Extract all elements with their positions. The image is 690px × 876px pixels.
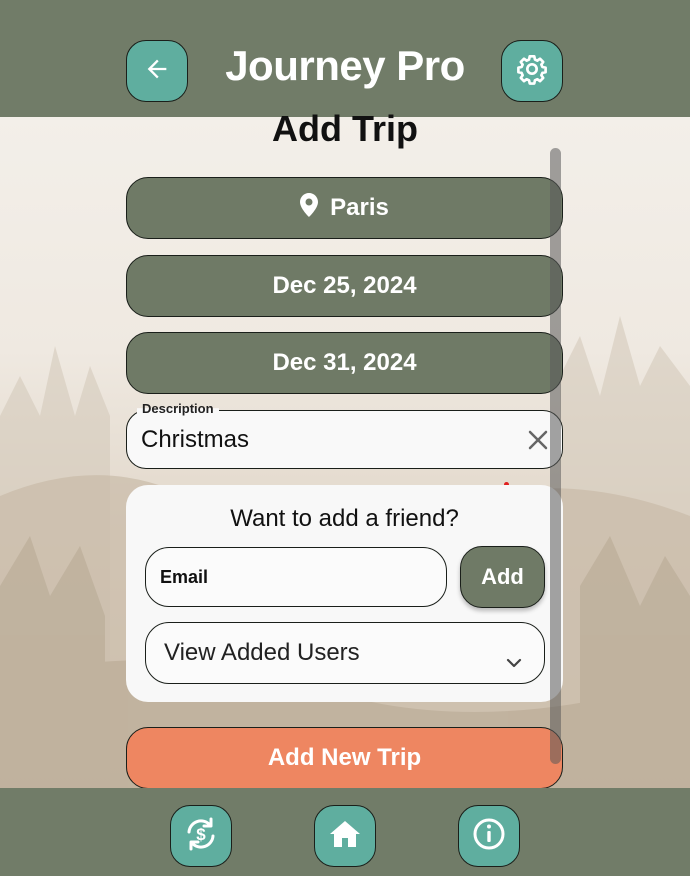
- location-field[interactable]: Paris: [126, 177, 563, 239]
- add-friend-button[interactable]: Add: [460, 546, 545, 608]
- page-title: Add Trip: [272, 108, 418, 149]
- settings-button[interactable]: [501, 40, 563, 102]
- back-button[interactable]: [126, 40, 188, 102]
- end-date-value: Dec 31, 2024: [272, 349, 417, 376]
- description-input[interactable]: [141, 423, 511, 457]
- description-field: Description: [126, 401, 563, 469]
- home-icon: [329, 819, 361, 854]
- gear-icon: [516, 53, 548, 90]
- arrow-left-icon: [143, 55, 171, 88]
- nav-home-button[interactable]: [314, 805, 376, 867]
- view-added-users-select[interactable]: View Added Users: [145, 622, 545, 684]
- start-date-value: Dec 25, 2024: [272, 272, 417, 299]
- nav-currency-button[interactable]: $: [170, 805, 232, 867]
- add-friend-card: Want to add a friend? Add View Added Use…: [126, 485, 563, 702]
- view-added-users-label: View Added Users: [164, 639, 360, 666]
- svg-text:$: $: [196, 825, 206, 844]
- nav-info-button[interactable]: [458, 805, 520, 867]
- add-new-trip-button[interactable]: Add New Trip: [126, 727, 563, 789]
- chevron-down-icon: [506, 647, 522, 675]
- app-header: Journey Pro: [0, 0, 690, 117]
- add-friend-title: Want to add a friend?: [230, 505, 459, 532]
- email-input[interactable]: [145, 547, 447, 607]
- map-pin-icon: [300, 192, 319, 224]
- end-date-field[interactable]: Dec 31, 2024: [126, 332, 563, 394]
- currency-sync-icon: $: [181, 814, 221, 859]
- start-date-field[interactable]: Dec 25, 2024: [126, 255, 563, 317]
- app-title: Journey Pro: [225, 42, 465, 89]
- info-icon: [472, 817, 506, 856]
- description-label: Description: [137, 401, 219, 416]
- close-icon[interactable]: [526, 428, 550, 452]
- scrollbar[interactable]: [550, 148, 561, 764]
- bottom-nav: $: [0, 788, 690, 876]
- location-value: Paris: [330, 194, 389, 221]
